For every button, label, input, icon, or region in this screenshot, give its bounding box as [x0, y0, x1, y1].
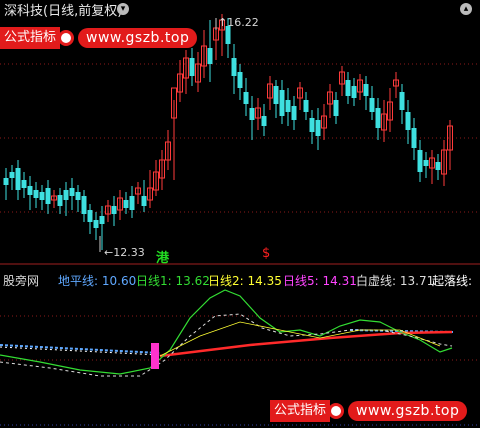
legend-item: 地平线: 10.60: [58, 274, 137, 288]
candle-body-down: [369, 98, 375, 112]
candle-body-down: [33, 190, 39, 198]
candle-body-down: [15, 168, 21, 190]
candle-body-down: [417, 150, 423, 172]
candle-body-down: [189, 58, 195, 76]
candle-body-down: [411, 128, 417, 148]
horizon-line: [0, 344, 161, 354]
candle-body-down: [261, 116, 267, 126]
candle-body-down: [39, 192, 45, 200]
candle-body-down: [237, 72, 243, 88]
high-price-value: 16.22: [227, 16, 259, 29]
candle-body-down: [405, 112, 411, 130]
candle-body-down: [141, 196, 147, 206]
candle-body-down: [399, 92, 405, 110]
signal-gang: 港: [156, 251, 170, 266]
candle-body-down: [123, 200, 129, 208]
candle-body-down: [279, 90, 285, 116]
candle-body-down: [111, 206, 117, 214]
candle-body-down: [249, 108, 255, 120]
candle-body-down: [273, 86, 279, 104]
watermark-dot-icon: [58, 30, 75, 46]
candle-body-down: [291, 106, 297, 120]
candle-body-down: [345, 80, 351, 96]
white-dashed-line: [0, 313, 453, 377]
indicator-name[interactable]: 股旁网: [3, 272, 39, 289]
legend-item: 日线5: 14.31: [283, 274, 357, 288]
candle-body-down: [75, 192, 81, 200]
candle-body-down: [129, 196, 135, 210]
candle-body-down: [27, 186, 33, 195]
candle-body-down: [9, 172, 15, 178]
candle-body-down: [63, 190, 69, 200]
candle-body-down: [99, 216, 105, 224]
candle-body-down: [423, 160, 429, 166]
candle-body-down: [81, 196, 87, 214]
signal-s: $: [262, 246, 271, 261]
candle-body-down: [231, 58, 237, 76]
high-price-label: ↑16.22: [218, 16, 259, 29]
candle-body-down: [207, 48, 213, 64]
low-price-label: ←12.33: [104, 246, 145, 259]
low-price-value: 12.33: [113, 246, 145, 259]
candle-body-down: [309, 118, 315, 132]
candle-body-down: [285, 100, 291, 112]
legend-item: 日线2: 14.35: [208, 274, 282, 288]
signal-bar: [151, 343, 159, 369]
legend-item: 白虚线: 13.71: [356, 274, 435, 288]
candle-body-down: [87, 210, 93, 222]
candle-body-down: [21, 180, 27, 188]
candle-body-down: [303, 100, 309, 112]
watermark-label: 公式指标: [270, 400, 331, 422]
watermark-bottom: 公式指标 www.gszb.top: [270, 400, 468, 422]
legend-item: 起落线:: [432, 274, 473, 288]
indicator-legend: 股旁网 地平线: 10.60 日线1: 13.62 日线2: 14.35 日线5…: [0, 272, 480, 288]
candle-body-down: [3, 178, 9, 185]
candle-body-down: [351, 86, 357, 98]
candle-body-down: [375, 108, 381, 128]
candle-body-down: [333, 100, 339, 116]
candle-body-down: [45, 188, 51, 204]
legend-item: 日线1: 13.62: [136, 274, 210, 288]
candle-body-down: [93, 220, 99, 228]
candle-body-down: [363, 84, 369, 96]
watermark-url: www.gszb.top: [78, 28, 198, 48]
watermark-top: 公式指标 www.gszb.top: [0, 27, 198, 49]
candle-body-down: [57, 195, 63, 206]
candle-body-down: [243, 92, 249, 104]
candle-body-down: [69, 188, 75, 196]
stock-chart: [0, 14, 480, 426]
green-line: [0, 289, 453, 375]
watermark-url: www.gszb.top: [348, 401, 468, 421]
watermark-label: 公式指标: [0, 27, 61, 49]
candle-body-down: [435, 162, 441, 170]
watermark-dot-icon: [328, 403, 345, 419]
candle-body-down: [315, 120, 321, 136]
